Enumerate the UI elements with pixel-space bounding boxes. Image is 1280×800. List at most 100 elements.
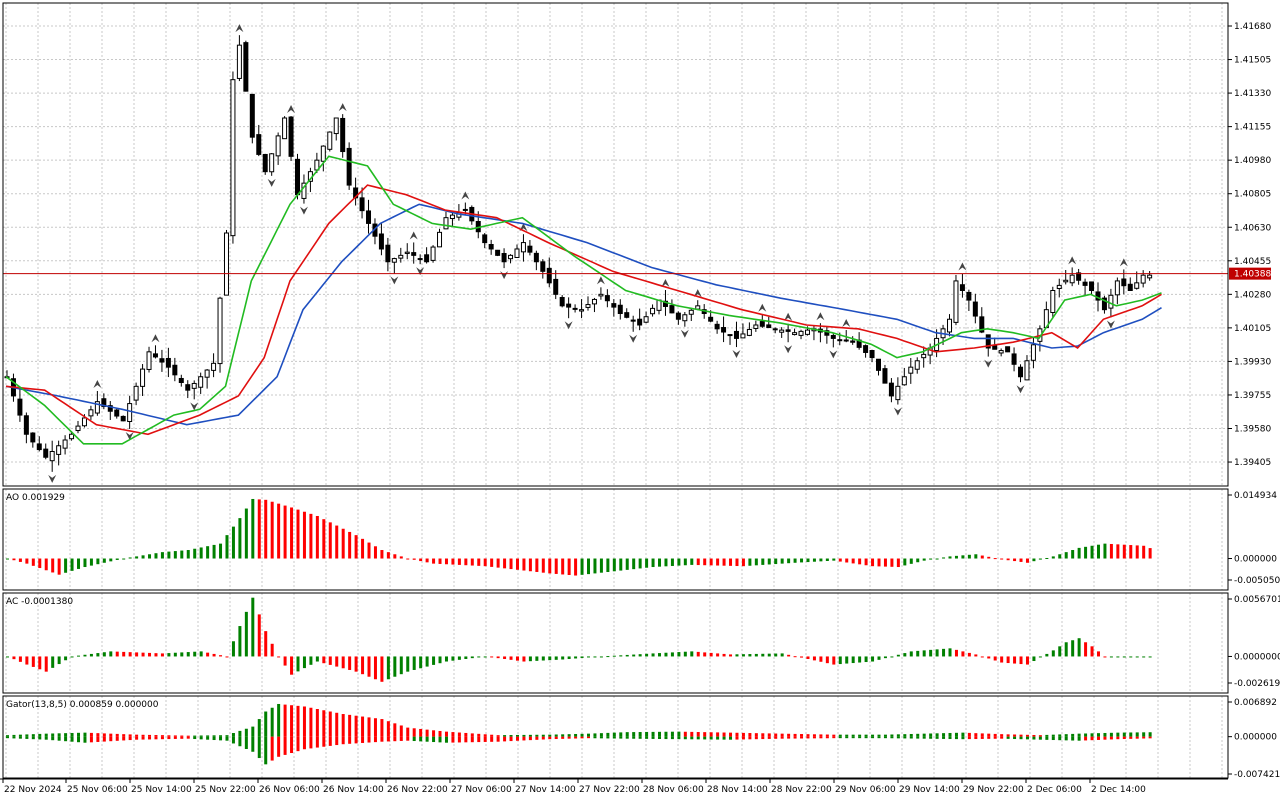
ac-bar-down xyxy=(1090,646,1094,657)
price-tick-label: 1.40805 xyxy=(1234,190,1271,200)
ao-bar-up xyxy=(587,558,590,575)
ac-bar-up xyxy=(406,656,410,672)
candle-bull xyxy=(443,217,449,230)
gator-lower-bar xyxy=(561,736,565,739)
ao-bar-down xyxy=(503,558,507,569)
ac-bar-up xyxy=(1071,640,1075,657)
candle-bear xyxy=(340,117,346,153)
gator-lower-bar xyxy=(709,736,713,740)
ao-bar-up xyxy=(948,556,952,559)
gator-upper-bar xyxy=(754,733,758,737)
gator-upper-bar xyxy=(1019,734,1023,737)
gator-lower-bar xyxy=(961,736,965,740)
ao-bar-down xyxy=(838,558,842,562)
candle-bear xyxy=(159,358,165,363)
gator-lower-bar xyxy=(96,736,100,742)
ac-bar-up xyxy=(1038,656,1042,658)
ac-bar-down xyxy=(806,656,810,659)
gator-lower-bar xyxy=(199,736,203,740)
gator-lower-bar xyxy=(438,736,442,743)
gator-upper-bar xyxy=(1116,732,1120,737)
gator-lower-bar xyxy=(593,736,597,739)
gator-upper-bar xyxy=(167,735,171,737)
ao-bar-up xyxy=(974,554,978,559)
ao-bar-down xyxy=(296,509,300,559)
gator-lower-bar xyxy=(160,736,164,740)
gator-upper-bar xyxy=(257,719,261,737)
ao-bar-up xyxy=(593,558,597,574)
ao-bar-up xyxy=(670,558,674,566)
gator-upper-bar xyxy=(1045,734,1049,737)
gator-lower-bar xyxy=(122,736,126,741)
ac-bar-up xyxy=(231,641,235,657)
ao-bar-up xyxy=(238,518,242,559)
gator-upper-bar xyxy=(361,716,365,737)
candle-bull xyxy=(282,117,288,140)
ac-bar-up xyxy=(451,656,455,661)
ao-bar-up xyxy=(1084,546,1088,559)
trading-chart[interactable]: 1.41680 1.41505 1.41330 1.41155 1.40980 1.408… xyxy=(0,0,1280,800)
candle-bull xyxy=(895,385,901,401)
ao-bar-up xyxy=(625,558,629,570)
ac-bar-up xyxy=(535,656,539,661)
ao-bar-down xyxy=(451,558,455,565)
candle-bull xyxy=(1140,274,1146,284)
candle-bear xyxy=(495,249,501,256)
gator-lower-bar xyxy=(6,736,9,739)
gator-upper-bar xyxy=(761,733,765,737)
ac-bar-down xyxy=(328,656,332,665)
gator-upper-bar xyxy=(373,718,377,737)
gator-upper-bar xyxy=(729,732,733,737)
ao-label: AO 0.001929 xyxy=(6,493,65,503)
ac-bar-up xyxy=(561,656,565,660)
gator-lower-bar xyxy=(580,736,584,739)
gator-upper-bar xyxy=(470,733,474,737)
gator-upper-bar xyxy=(1148,732,1152,737)
ac-bar-up xyxy=(845,656,849,664)
ac-bar-up xyxy=(741,654,745,657)
candle-bear xyxy=(966,291,972,301)
gator-lower-bar xyxy=(315,736,319,748)
gator-lower-bar xyxy=(173,736,177,739)
gator-lower-bar xyxy=(948,736,952,740)
gator-lower-bar xyxy=(703,736,707,740)
gator-upper-bar xyxy=(800,734,804,737)
gator-upper-bar xyxy=(244,728,248,737)
gator-upper-bar xyxy=(283,704,287,737)
gator-upper-bar xyxy=(328,711,332,737)
ao-bar-down xyxy=(1000,558,1004,560)
ao-bar-up xyxy=(128,557,132,559)
gator-lower-bar xyxy=(632,736,636,739)
gator-upper-bar xyxy=(315,709,319,737)
candle-bull xyxy=(837,339,843,342)
ao-bar-down xyxy=(393,554,397,559)
gator-upper-bar xyxy=(883,734,887,737)
gator-lower-bar xyxy=(548,736,552,740)
gator-upper-bar xyxy=(31,734,35,737)
ac-bar-up xyxy=(1129,656,1133,658)
gator-lower-bar xyxy=(277,736,281,757)
gator-lower-bar xyxy=(954,736,958,740)
gator-lower-bar xyxy=(800,736,804,739)
gator-lower-bar xyxy=(57,736,61,741)
candle-bear xyxy=(611,303,617,308)
ac-bar-down xyxy=(819,656,823,662)
ac-bar-down xyxy=(812,656,816,661)
gator-upper-bar xyxy=(541,734,545,737)
candle-bull xyxy=(947,318,953,333)
candle-bear xyxy=(1121,278,1127,287)
gator-upper-bar xyxy=(348,714,352,737)
ac-bar-up xyxy=(470,656,474,659)
ac-bar-up xyxy=(748,654,752,657)
gator-lower-bar xyxy=(219,736,223,741)
gator-upper-bar xyxy=(302,706,306,737)
gator-upper-bar xyxy=(18,734,22,737)
gator-upper-bar xyxy=(877,734,881,737)
ao-bar-up xyxy=(916,558,920,563)
ac-bar-down xyxy=(703,652,707,657)
ac-label: AC -0.0001380 xyxy=(6,597,73,607)
gator-upper-bar xyxy=(890,734,894,737)
gator-lower-bar xyxy=(716,736,720,740)
gator-lower-bar xyxy=(12,736,16,739)
ao-bar-down xyxy=(522,558,526,571)
